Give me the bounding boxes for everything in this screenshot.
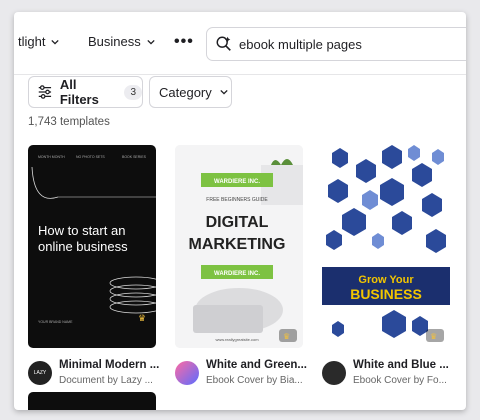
- template-card-meta[interactable]: White and Blue ... Ebook Cover by Fo...: [322, 359, 462, 399]
- svg-text:♛: ♛: [430, 332, 437, 341]
- template-subtitle: Ebook Cover by Fo...: [353, 375, 447, 386]
- thumb-headline: online business: [38, 239, 128, 254]
- creator-avatar: LAZY: [28, 361, 52, 385]
- template-thumbnail-minimal-modern[interactable]: MONTH MONTH NO PHOTO SETS BOOK SERIES Ho…: [28, 145, 156, 348]
- thumb-top-text: NO PHOTO SETS: [76, 155, 105, 159]
- creator-avatar: [322, 361, 346, 385]
- all-filters-label: All Filters: [59, 77, 99, 107]
- template-card-meta[interactable]: White and Green... Ebook Cover by Bia...: [175, 359, 315, 399]
- avatar-text: LAZY: [33, 370, 47, 376]
- filter-sliders-icon: [38, 85, 52, 99]
- thumbnail-artwork: WARDIERE INC. FREE BEGINNERS GUIDE DIGIT…: [175, 145, 303, 348]
- thumbnail-artwork: Grow Your BUSINESS ♛: [322, 145, 450, 348]
- template-thumbnail-white-blue[interactable]: Grow Your BUSINESS ♛: [322, 145, 450, 348]
- chevron-down-icon: [220, 89, 228, 95]
- template-title[interactable]: White and Green...: [206, 359, 307, 371]
- svg-text:♛: ♛: [283, 332, 290, 341]
- thumb-guide: FREE BEGINNERS GUIDE: [206, 197, 268, 203]
- template-title[interactable]: Minimal Modern ...: [59, 359, 159, 371]
- thumb-url: www.reallygreatsite.com: [215, 337, 259, 342]
- thumb-footer-text: YOUR BRAND NAME: [38, 320, 73, 324]
- thumb-headline: DIGITAL: [206, 214, 269, 231]
- nav-item-spotlight[interactable]: tlight: [18, 34, 60, 49]
- thumbnail-artwork: MONTH MONTH NO PHOTO SETS BOOK SERIES Ho…: [31, 155, 156, 324]
- template-subtitle: Document by Lazy ...: [59, 375, 153, 386]
- search-icon: [216, 36, 231, 51]
- search-input[interactable]: ebook multiple pages: [239, 37, 362, 52]
- thumb-headline: How to start an: [38, 223, 125, 238]
- thumb-top-text: BOOK SERIES: [122, 155, 147, 159]
- svg-text:♛: ♛: [138, 314, 146, 324]
- template-thumbnail-white-green[interactable]: WARDIERE INC. FREE BEGINNERS GUIDE DIGIT…: [175, 145, 303, 348]
- chevron-down-icon: [147, 39, 155, 45]
- template-title[interactable]: White and Blue ...: [353, 359, 449, 371]
- more-options-button[interactable]: •••: [174, 33, 194, 51]
- template-subtitle: Ebook Cover by Bia...: [206, 375, 303, 386]
- browser-frame: tlight Business ••• ebook multiple pages: [14, 12, 466, 410]
- thumb-brand-bottom: WARDIERE INC.: [214, 271, 260, 277]
- chevron-down-icon: [51, 39, 60, 45]
- thumb-headline: BUSINESS: [350, 286, 422, 302]
- nav-item-business[interactable]: Business: [88, 34, 155, 49]
- search-bar[interactable]: ebook multiple pages: [206, 27, 466, 61]
- thumb-top-text: MONTH MONTH: [38, 155, 65, 159]
- top-bar: tlight Business ••• ebook multiple pages: [14, 12, 466, 75]
- thumb-headline: MARKETING: [189, 236, 286, 253]
- thumb-brand: WARDIERE INC.: [214, 179, 260, 185]
- nav-item-label: tlight: [18, 34, 46, 49]
- creator-avatar: [175, 361, 199, 385]
- template-thumbnail-partial[interactable]: [28, 392, 156, 410]
- results-count: 1,743 templates: [28, 116, 110, 128]
- filter-count-badge: 3: [124, 84, 142, 100]
- nav-item-label: Business: [88, 34, 141, 49]
- all-filters-button[interactable]: All Filters 3: [28, 76, 143, 108]
- thumb-headline: Grow Your: [358, 274, 414, 286]
- category-dropdown[interactable]: Category: [149, 76, 232, 108]
- category-label: Category: [159, 84, 212, 100]
